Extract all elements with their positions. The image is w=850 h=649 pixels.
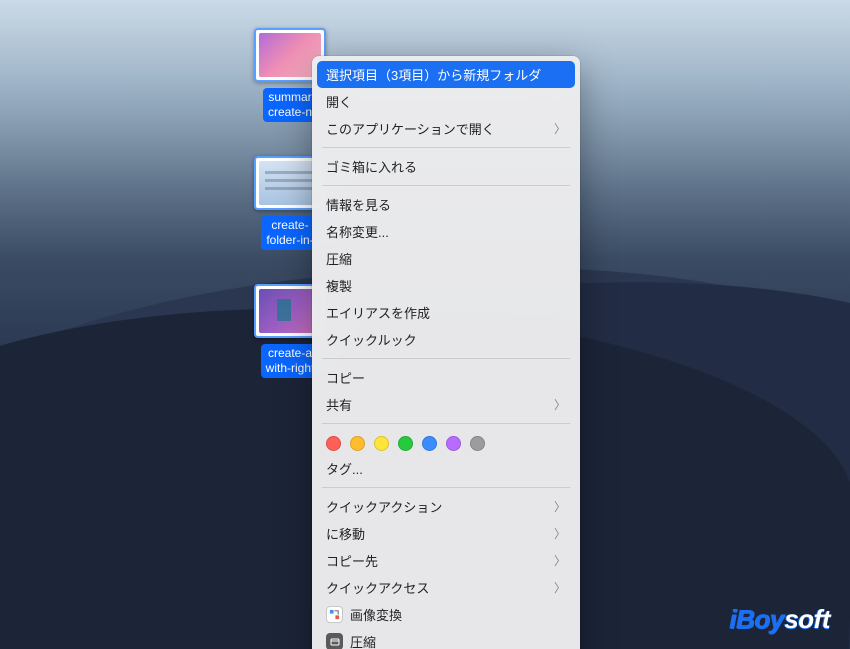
menu-duplicate[interactable]: 複製 bbox=[312, 272, 580, 299]
context-menu: 選択項目（3項目）から新規フォルダ 開く このアプリケーションで開く 〉 ゴミ箱… bbox=[312, 56, 580, 649]
menu-rename[interactable]: 名称変更... bbox=[312, 218, 580, 245]
menu-label: タグ... bbox=[326, 459, 363, 478]
menu-label: ゴミ箱に入れる bbox=[326, 157, 417, 176]
watermark-logo: iBoysoft bbox=[730, 604, 830, 635]
menu-quick-actions[interactable]: クイックアクション 〉 bbox=[312, 493, 580, 520]
menu-separator bbox=[322, 185, 570, 186]
menu-label: 開く bbox=[326, 92, 352, 111]
menu-quick-look[interactable]: クイックルック bbox=[312, 326, 580, 353]
menu-copy[interactable]: コピー bbox=[312, 364, 580, 391]
menu-open-with[interactable]: このアプリケーションで開く 〉 bbox=[312, 115, 580, 142]
menu-label: クイックアクション bbox=[326, 497, 442, 516]
file-label: create-awith-right bbox=[261, 344, 320, 378]
menu-share[interactable]: 共有 〉 bbox=[312, 391, 580, 418]
menu-move-to-trash[interactable]: ゴミ箱に入れる bbox=[312, 153, 580, 180]
menu-label: 複製 bbox=[326, 276, 352, 295]
chevron-right-icon: 〉 bbox=[554, 120, 566, 137]
menu-label: 圧縮 bbox=[326, 249, 352, 268]
tag-yellow[interactable] bbox=[374, 436, 389, 451]
menu-label: コピー先 bbox=[326, 551, 378, 570]
tag-blue[interactable] bbox=[422, 436, 437, 451]
tag-color-row bbox=[312, 429, 580, 455]
menu-compress[interactable]: 圧縮 bbox=[312, 245, 580, 272]
menu-separator bbox=[322, 487, 570, 488]
file-label: summarcreate-n bbox=[263, 88, 317, 122]
menu-copy-to[interactable]: コピー先 〉 bbox=[312, 547, 580, 574]
menu-label: 情報を見る bbox=[326, 195, 391, 214]
chevron-right-icon: 〉 bbox=[554, 498, 566, 515]
menu-label: このアプリケーションで開く bbox=[326, 119, 495, 138]
menu-tags[interactable]: タグ... bbox=[312, 455, 580, 482]
menu-label: 共有 bbox=[326, 395, 352, 414]
menu-image-convert[interactable]: 画像変換 bbox=[312, 601, 580, 628]
chevron-right-icon: 〉 bbox=[554, 525, 566, 542]
menu-label: 名称変更... bbox=[326, 222, 389, 241]
menu-label: クイックルック bbox=[326, 330, 417, 349]
menu-move-to[interactable]: に移動 〉 bbox=[312, 520, 580, 547]
menu-separator bbox=[322, 358, 570, 359]
tag-green[interactable] bbox=[398, 436, 413, 451]
menu-label: 画像変換 bbox=[350, 605, 402, 624]
chevron-right-icon: 〉 bbox=[554, 552, 566, 569]
menu-label: に移動 bbox=[326, 524, 365, 543]
archive-icon bbox=[326, 633, 343, 649]
menu-separator bbox=[322, 423, 570, 424]
chevron-right-icon: 〉 bbox=[554, 579, 566, 596]
menu-get-info[interactable]: 情報を見る bbox=[312, 191, 580, 218]
file-label: create-folder-in- bbox=[261, 216, 318, 250]
menu-label: 圧縮 bbox=[350, 632, 376, 649]
tag-purple[interactable] bbox=[446, 436, 461, 451]
menu-open[interactable]: 開く bbox=[312, 88, 580, 115]
tag-orange[interactable] bbox=[350, 436, 365, 451]
menu-separator bbox=[322, 147, 570, 148]
menu-label: コピー bbox=[326, 368, 365, 387]
menu-compress-2[interactable]: 圧縮 bbox=[312, 628, 580, 649]
tag-gray[interactable] bbox=[470, 436, 485, 451]
menu-make-alias[interactable]: エイリアスを作成 bbox=[312, 299, 580, 326]
menu-label: 選択項目（3項目）から新規フォルダ bbox=[326, 65, 541, 84]
menu-label: エイリアスを作成 bbox=[326, 303, 430, 322]
image-convert-icon bbox=[326, 606, 343, 623]
menu-quick-access[interactable]: クイックアクセス 〉 bbox=[312, 574, 580, 601]
tag-red[interactable] bbox=[326, 436, 341, 451]
chevron-right-icon: 〉 bbox=[554, 396, 566, 413]
menu-label: クイックアクセス bbox=[326, 578, 429, 597]
menu-new-folder-from-selection[interactable]: 選択項目（3項目）から新規フォルダ bbox=[317, 61, 575, 88]
